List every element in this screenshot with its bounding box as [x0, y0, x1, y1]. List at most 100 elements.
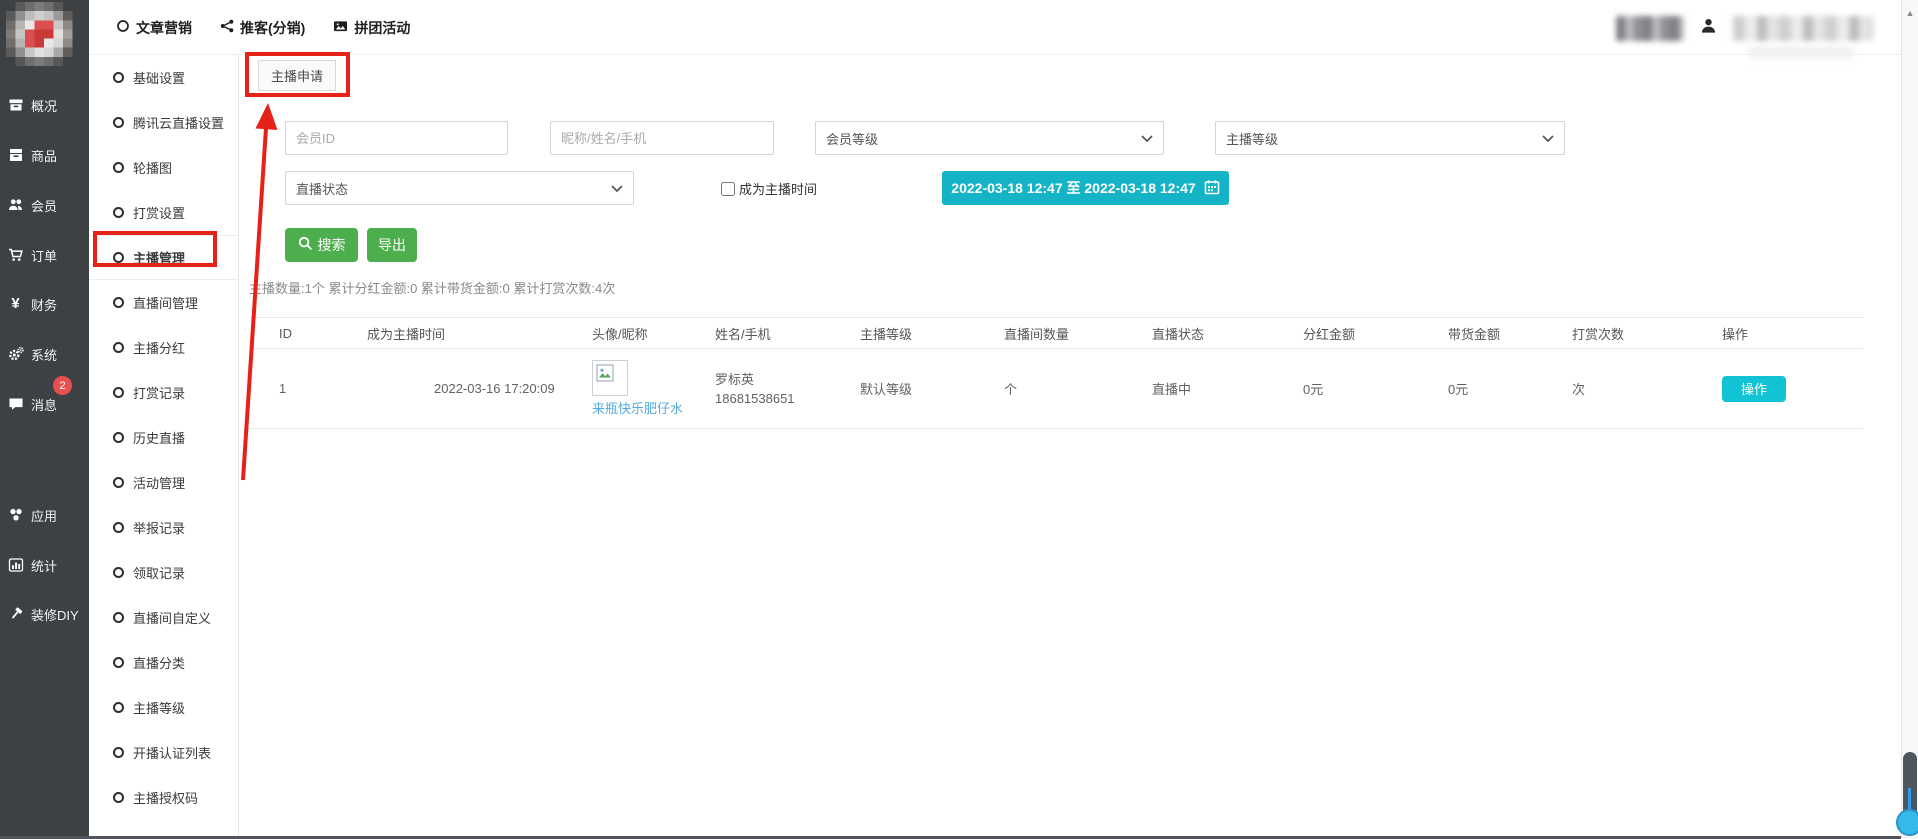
cell-reward-count: 次 [1542, 349, 1692, 429]
chevron-down-icon [1141, 131, 1153, 146]
nickname-input[interactable] [550, 121, 774, 155]
date-range-button[interactable]: 2022-03-18 12:47 至 2022-03-18 12:47 [942, 171, 1229, 205]
nickname-link[interactable]: 来瓶快乐肥仔水 [592, 398, 685, 417]
circle-icon [113, 612, 124, 623]
rail-item-message[interactable]: 消息 [7, 384, 57, 424]
rail-item-goods[interactable]: 商品 [7, 135, 57, 175]
rail-item-label: 系统 [31, 345, 57, 364]
submenu-item-reward-settings[interactable]: 打赏设置 [89, 190, 238, 235]
scroll-indicator-dot[interactable] [1896, 809, 1918, 836]
anchor-level-select[interactable]: 主播等级 [1215, 121, 1565, 155]
anchor-table: ID 成为主播时间 头像/昵称 姓名/手机 主播等级 直播间数量 直播状态 分红… [249, 317, 1863, 429]
topnav-article-marketing[interactable]: 文章营销 [116, 18, 192, 38]
submenu-item-activity-management[interactable]: 活动管理 [89, 460, 238, 505]
rail-item-diy[interactable]: 装修DIY [7, 594, 79, 634]
circle-icon [113, 432, 124, 443]
circle-icon [113, 477, 124, 488]
avatar [592, 360, 628, 396]
scrollbar-up-arrow[interactable]: ▲ [1902, 8, 1918, 18]
row-action-button[interactable]: 操作 [1722, 376, 1786, 402]
goods-icon [7, 147, 24, 164]
members-icon [7, 197, 24, 214]
left-rail: 概况 商品 会员 订单 ¥ 财务 系统 消息 应用 [0, 0, 89, 839]
circle-icon [113, 297, 124, 308]
circle-icon [113, 387, 124, 398]
submenu-item-carousel[interactable]: 轮播图 [89, 145, 238, 190]
rail-item-apps[interactable]: 应用 [7, 495, 57, 535]
submenu-item-claim-records[interactable]: 领取记录 [89, 550, 238, 595]
circle-icon [113, 792, 124, 803]
apps-icon [7, 507, 24, 524]
message-icon [7, 396, 24, 413]
system-icon [7, 346, 24, 363]
submenu-item-report-records[interactable]: 举报记录 [89, 505, 238, 550]
submenu-item-anchor-dividend[interactable]: 主播分红 [89, 325, 238, 370]
col-avatar-nickname: 头像/昵称 [562, 318, 685, 349]
topnav-promoter-distribution[interactable]: 推客(分销) [220, 18, 305, 38]
redacted-block [1616, 16, 1684, 41]
col-id: ID [249, 318, 337, 349]
circle-icon [113, 72, 124, 83]
circle-icon [113, 162, 124, 173]
admin-page: 概况 商品 会员 订单 ¥ 财务 系统 消息 应用 [0, 0, 1918, 839]
rail-item-members[interactable]: 会员 [7, 185, 57, 225]
table-row: 1 2022-03-16 17:20:09 来瓶快乐肥仔水 罗标英 186815… [249, 349, 1863, 429]
circle-icon [113, 567, 124, 578]
submenu-item-live-room-management[interactable]: 直播间管理 [89, 280, 238, 325]
overview-icon [7, 97, 24, 114]
search-button[interactable]: 搜索 [285, 228, 358, 262]
circle-icon [113, 252, 124, 263]
become-anchor-time-filter: 成为主播时间 [721, 179, 817, 198]
col-room-count: 直播间数量 [974, 318, 1122, 349]
orders-icon [7, 247, 24, 264]
rail-item-stats[interactable]: 统计 [7, 545, 57, 585]
submenu-item-live-room-customize[interactable]: 直播间自定义 [89, 595, 238, 640]
member-level-select[interactable]: 会员等级 [815, 121, 1164, 155]
circle-icon [113, 207, 124, 218]
share-icon [220, 19, 234, 36]
diy-icon [7, 606, 24, 623]
cell-live-status: 直播中 [1122, 349, 1273, 429]
rail-item-label: 消息 [31, 395, 57, 414]
tab-anchor-application[interactable]: 主播申请 [258, 60, 336, 91]
circle-icon [113, 747, 124, 758]
export-button[interactable]: 导出 [367, 228, 417, 262]
become-anchor-time-checkbox[interactable] [721, 182, 735, 196]
rail-item-overview[interactable]: 概况 [7, 85, 57, 125]
submenu-item-anchor-auth-code[interactable]: 主播授权码 [89, 775, 238, 820]
rail-item-label: 概况 [31, 96, 57, 115]
submenu-item-reward-records[interactable]: 打赏记录 [89, 370, 238, 415]
topnav-group-buy[interactable]: 拼团活动 [333, 18, 410, 38]
rail-item-finance[interactable]: ¥ 财务 [7, 284, 57, 324]
live-status-select[interactable]: 直播状态 [285, 171, 634, 205]
chevron-down-icon [611, 181, 623, 196]
submenu-item-anchor-management[interactable]: 主播管理 [89, 235, 238, 280]
become-anchor-time-label: 成为主播时间 [739, 179, 817, 198]
col-become-time: 成为主播时间 [337, 318, 562, 349]
rail-item-orders[interactable]: 订单 [7, 235, 57, 275]
finance-icon: ¥ [7, 296, 24, 313]
member-id-input[interactable] [285, 121, 508, 155]
rail-item-label: 统计 [31, 556, 57, 575]
submenu-item-live-history[interactable]: 历史直播 [89, 415, 238, 460]
user-area [1616, 10, 1873, 46]
rail-item-label: 财务 [31, 295, 57, 314]
anchor-summary-text: 主播数量:1个 累计分红金额:0 累计带货金额:0 累计打赏次数:4次 [249, 278, 615, 297]
cell-become-time: 2022-03-16 17:20:09 [337, 349, 562, 429]
col-goods-amount: 带货金额 [1418, 318, 1542, 349]
submenu-item-anchor-level[interactable]: 主播等级 [89, 685, 238, 730]
cell-action: 操作 [1692, 349, 1863, 429]
cell-anchor-level: 默认等级 [830, 349, 974, 429]
submenu-item-broadcast-cert-list[interactable]: 开播认证列表 [89, 730, 238, 775]
submenu-item-live-category[interactable]: 直播分类 [89, 640, 238, 685]
submenu-item-tencent-cloud-live[interactable]: 腾讯云直播设置 [89, 100, 238, 145]
submenu-item-basic-settings[interactable]: 基础设置 [89, 55, 238, 100]
rail-item-label: 订单 [31, 246, 57, 265]
cell-goods-amount: 0元 [1418, 349, 1542, 429]
user-icon [1700, 17, 1717, 40]
col-live-status: 直播状态 [1122, 318, 1273, 349]
broken-image-icon [595, 371, 615, 386]
rail-item-system[interactable]: 系统 [7, 334, 57, 374]
cell-id: 1 [249, 349, 337, 429]
page-scrollbar[interactable]: ▲ [1901, 0, 1918, 839]
